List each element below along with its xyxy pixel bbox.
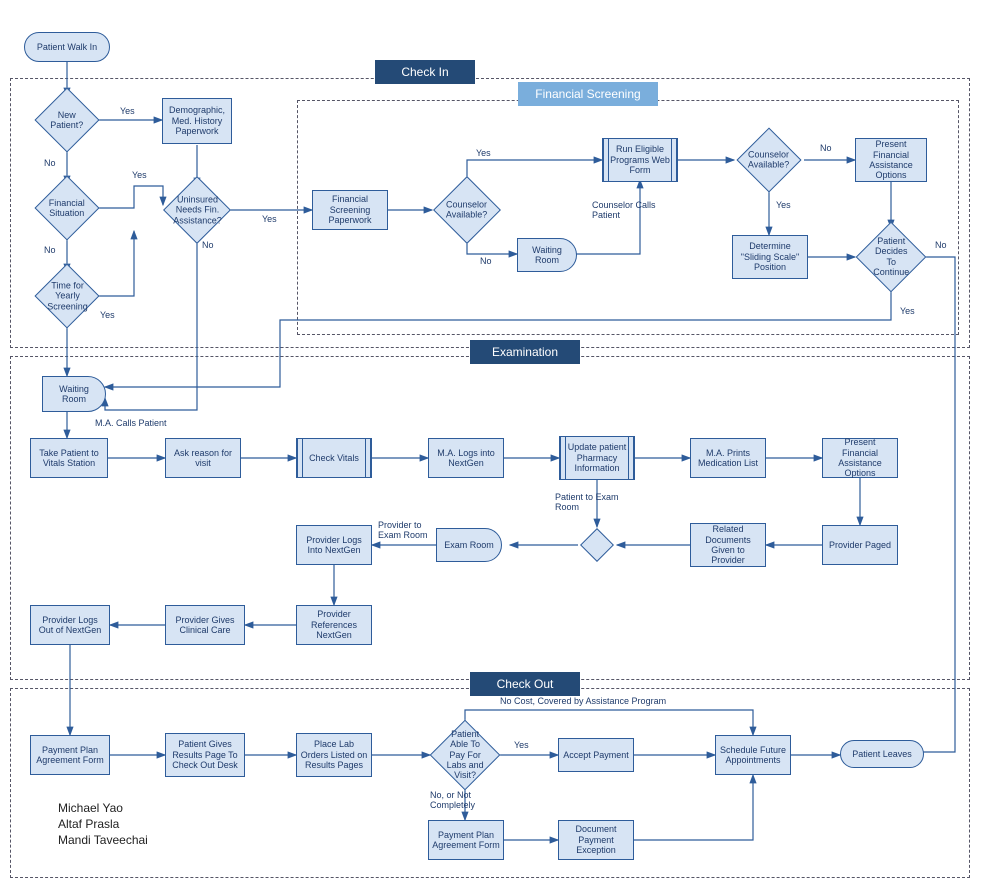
edge-finsit-yes: Yes [132,170,147,180]
node-ask-reason: Ask reason for visit [165,438,241,478]
edge-decides-yes: Yes [900,306,915,316]
node-patient-gives-results: Patient Gives Results Page To Check Out … [165,733,245,777]
flowchart-canvas: Check In Financial Screening Examination… [0,0,983,893]
edge-uninsured-no: No [202,240,214,250]
node-patient-walk-in: Patient Walk In [24,32,110,62]
node-present-fin-opts: Present Financial Assistance Options [855,138,927,182]
node-financial-situation: Financial Situation [34,175,99,240]
node-schedule-future: Schedule Future Appointments [715,735,791,775]
author-1: Michael Yao [58,800,148,816]
node-update-pharm: Update patient Pharmacy Information [559,436,635,480]
edge-ma-calls: M.A. Calls Patient [95,418,167,428]
node-new-patient: New Patient? [34,87,99,152]
node-payment-plan-2: Payment Plan Agreement Form [428,820,504,860]
node-take-vitals: Take Patient to Vitals Station [30,438,108,478]
edge-counselor1-no: No [480,256,492,266]
node-accept-payment: Accept Payment [558,738,634,772]
node-run-eligible: Run Eligible Programs Web Form [602,138,678,182]
node-provider-logs-in: Provider Logs Into NextGen [296,525,372,565]
section-label-checkin: Check In [375,60,475,84]
edge-counselor2-yes: Yes [776,200,791,210]
node-waiting-room-2: Waiting Room [42,376,106,412]
node-payment-plan-1: Payment Plan Agreement Form [30,735,110,775]
edge-counselor2-no: No [820,143,832,153]
author-2: Altaf Prasla [58,816,148,832]
section-border-exam [10,356,970,680]
node-place-lab-orders: Place Lab Orders Listed on Results Pages [296,733,372,777]
edge-counselor-calls: Counselor Calls Patient [592,200,662,220]
node-ma-logs: M.A. Logs into NextGen [428,438,504,478]
node-exam-room-delay: Exam Room [436,528,502,562]
node-check-vitals: Check Vitals [296,438,372,478]
node-patient-decides: Patient Decides To Continue [856,222,927,293]
section-label-financial: Financial Screening [518,82,658,106]
edge-newpatient-no: No [44,158,56,168]
node-counselor-1: Counselor Available? [433,176,501,244]
node-provider-gives: Provider Gives Clinical Care [165,605,245,645]
node-doc-payment-exc: Document Payment Exception [558,820,634,860]
node-patient-able-pay: Patient Able To Pay For Labs and Visit? [430,720,501,791]
author-3: Mandi Taveechai [58,832,148,848]
node-present-fin-2: Present Financial Assistance Options [822,438,898,478]
edge-patient-to-exam: Patient to Exam Room [555,492,635,512]
node-determine-sliding: Determine "Sliding Scale" Position [732,235,808,279]
node-provider-logs-out: Provider Logs Out of NextGen [30,605,110,645]
node-exam-room-diamond [580,528,614,562]
edge-no-cost: No Cost, Covered by Assistance Program [500,696,666,706]
node-demographic: Demographic, Med. History Paperwork [162,98,232,144]
node-provider-refs: Provider References NextGen [296,605,372,645]
edge-counselor1-yes: Yes [476,148,491,158]
node-counselor-2: Counselor Available? [736,127,801,192]
node-time-yearly: Time for Yearly Screening [34,263,99,328]
edge-ablepay-yes: Yes [514,740,529,750]
node-ma-prints: M.A. Prints Medication List [690,438,766,478]
edge-ablepay-noornot: No, or Not Completely [430,790,500,810]
edge-finsit-no: No [44,245,56,255]
edge-decides-no: No [935,240,947,250]
edge-timeyearly-yes: Yes [100,310,115,320]
node-related-docs: Related Documents Given to Provider [690,523,766,567]
node-waiting-room-1: Waiting Room [517,238,577,272]
node-provider-paged: Provider Paged [822,525,898,565]
edge-uninsured-yes: Yes [262,214,277,224]
node-fin-screen-paper: Financial Screening Paperwork [312,190,388,230]
section-label-checkout: Check Out [470,672,580,696]
edge-provider-to-exam: Provider to Exam Room [378,520,438,540]
node-uninsured: Uninsured Needs Fin. Assistance? [163,176,231,244]
section-label-exam: Examination [470,340,580,364]
node-patient-leaves: Patient Leaves [840,740,924,768]
edge-newpatient-yes: Yes [120,106,135,116]
authors-list: Michael Yao Altaf Prasla Mandi Taveechai [58,800,148,849]
